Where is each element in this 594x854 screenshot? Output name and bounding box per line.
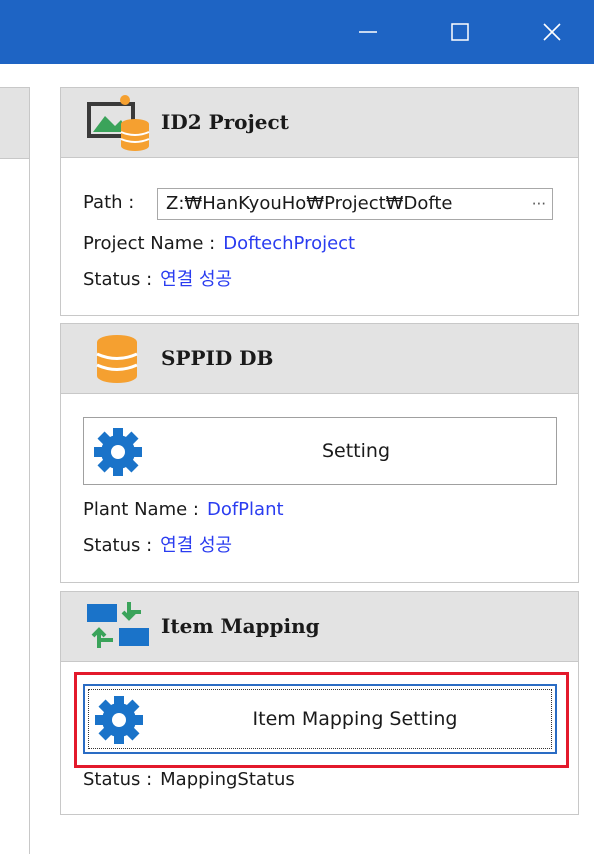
id2-project-title: ID2 Project: [161, 110, 289, 134]
mapping-arrows-icon: [87, 602, 149, 648]
close-icon: [543, 23, 561, 41]
maximize-button[interactable]: [414, 0, 506, 64]
item-mapping-setting-label: Item Mapping Setting: [252, 708, 458, 730]
path-browse-button[interactable]: ···: [532, 189, 546, 219]
path-label: Path :: [83, 192, 135, 213]
path-value: Z:₩HanKyouHo₩Project₩Dofte: [166, 193, 453, 214]
item-mapping-header: Item Mapping: [61, 592, 578, 662]
status-value: 연결 성공: [160, 535, 233, 556]
item-mapping-panel: Item Mapping Item Mapping Setting Status…: [60, 591, 579, 815]
sppid-db-panel: SPPID DB Setting Plant Name : DofPlant St…: [60, 323, 579, 583]
left-pane-border: [29, 157, 30, 854]
plant-name-label: Plant Name :: [83, 499, 199, 520]
item-mapping-setting-button[interactable]: Item Mapping Setting: [83, 684, 557, 754]
image-database-icon: [87, 95, 150, 151]
left-pane-header: [0, 87, 30, 159]
path-field[interactable]: Z:₩HanKyouHo₩Project₩Dofte ···: [157, 188, 553, 220]
close-button[interactable]: [506, 0, 594, 64]
status-label: Status :: [83, 769, 153, 790]
id2-project-header: ID2 Project: [61, 88, 578, 158]
database-icon: [96, 335, 138, 383]
status-label: Status :: [83, 269, 153, 290]
mapping-status-value: MappingStatus: [160, 769, 295, 790]
path-row: Path :: [83, 191, 134, 215]
status-value: 연결 성공: [160, 269, 233, 290]
sppid-setting-label: Setting: [321, 440, 391, 462]
id2-project-panel: ID2 Project Path : Z:₩HanKyouHo₩Project₩…: [60, 87, 579, 316]
status-label: Status :: [83, 535, 153, 556]
item-mapping-status-row: Status : MappingStatus: [83, 768, 295, 792]
project-name-label: Project Name :: [83, 233, 216, 254]
plant-name-value: DofPlant: [206, 499, 284, 520]
item-mapping-title: Item Mapping: [161, 614, 320, 638]
minimize-button[interactable]: [322, 0, 414, 64]
sppid-db-header: SPPID DB: [61, 324, 578, 394]
plant-name-row: Plant Name : DofPlant: [83, 498, 284, 522]
project-name-value: DoftechProject: [223, 233, 356, 254]
maximize-icon: [451, 23, 469, 41]
sppid-status-row: Status : 연결 성공: [83, 534, 232, 558]
minimize-icon: [359, 31, 377, 33]
title-bar: [0, 0, 594, 64]
id2-status-row: Status : 연결 성공: [83, 268, 232, 292]
sppid-setting-button[interactable]: Setting: [83, 417, 557, 485]
project-name-row: Project Name : DoftechProject: [83, 232, 355, 256]
sppid-db-title: SPPID DB: [161, 346, 274, 370]
